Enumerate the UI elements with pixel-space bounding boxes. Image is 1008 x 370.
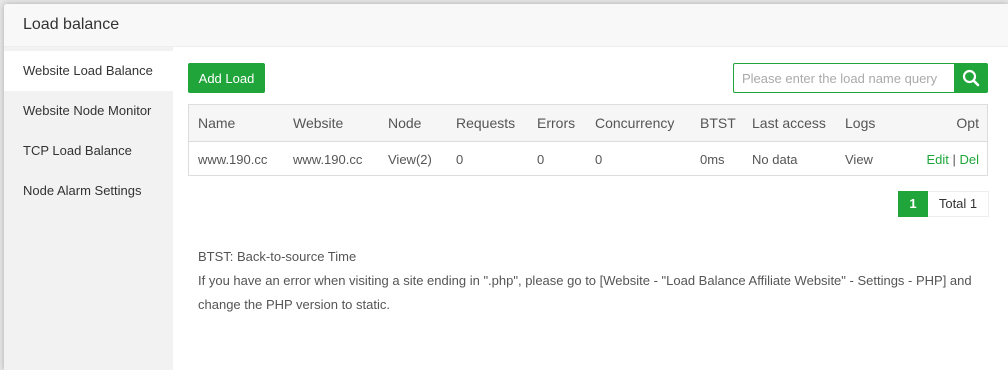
opt-separator: | [952,152,956,167]
note-line: change the PHP version to static. [198,297,390,312]
sidebar-item-node-alarm-settings[interactable]: Node Alarm Settings [4,171,173,211]
header-requests: Requests [456,115,516,131]
sidebar-item-website-node-monitor[interactable]: Website Node Monitor [4,91,173,131]
header-node: Node [388,115,422,131]
cell-last-access: No data [752,152,798,167]
load-balance-dialog: Load balance Website Load Balance Websit… [4,4,1008,370]
cell-concurrency: 0 [595,152,603,167]
dialog-title: Load balance [23,16,120,33]
sidebar-item-label: Node Alarm Settings [23,183,142,198]
header-last-access: Last access [752,115,826,131]
note-line: If you have an error when visiting a sit… [198,273,972,288]
header-opt: Opt [956,115,979,131]
page-number-current[interactable]: 1 [898,191,928,217]
sidebar-item-website-load-balance[interactable]: Website Load Balance [4,51,173,91]
sidebar-item-label: Website Load Balance [23,63,153,78]
sidebar: Website Load Balance Website Node Monito… [4,47,173,370]
sidebar-item-tcp-load-balance[interactable]: TCP Load Balance [4,131,173,171]
dialog-title-bar: Load balance [4,4,1008,47]
header-website: Website [293,115,344,131]
search-input[interactable] [733,63,954,93]
cell-opt: Edit | Del [926,152,979,167]
table-row: www.190.cc www.190.cc View(2) 0 0 0 0ms … [189,142,987,175]
sidebar-item-label: TCP Load Balance [23,143,132,158]
header-errors: Errors [537,115,576,131]
edit-link[interactable]: Edit [926,152,948,167]
cell-website: www.190.cc [293,152,363,167]
header-btst: BTST [700,115,736,131]
cell-errors: 0 [537,152,545,167]
header-name: Name [198,115,236,131]
cell-btst: 0ms [700,152,725,167]
search-icon [962,69,980,87]
add-load-button[interactable]: Add Load [188,63,265,93]
logs-view-link[interactable]: View [845,152,873,167]
header-concurrency: Concurrency [595,115,675,131]
help-notes: BTST: Back-to-source Time If you have an… [198,245,988,317]
node-view-link[interactable]: View(2) [388,152,432,167]
sidebar-item-label: Website Node Monitor [23,103,152,118]
delete-link[interactable]: Del [959,152,979,167]
search-button[interactable] [954,63,988,93]
page-total: Total 1 [928,191,989,217]
cell-requests: 0 [456,152,464,167]
note-line: BTST: Back-to-source Time [198,249,357,264]
table-header: Name Website Node Requests Errors Concur… [189,105,987,142]
cell-name: www.190.cc [198,152,268,167]
load-table: Name Website Node Requests Errors Concur… [188,104,988,176]
header-logs: Logs [845,115,876,131]
main-panel: Add Load Name Website Node Requests Erro… [173,47,1008,370]
